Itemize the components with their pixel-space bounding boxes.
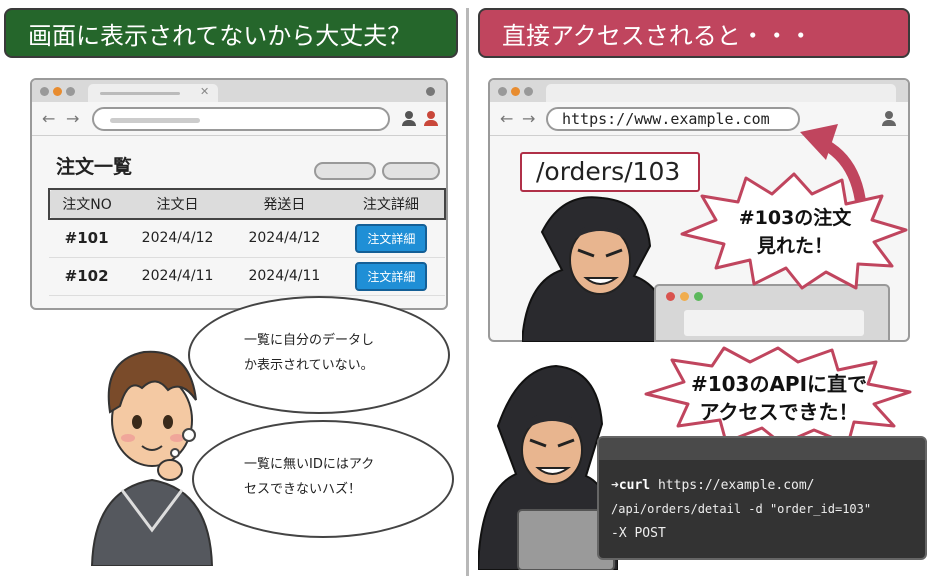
window-min-dot[interactable]: [511, 87, 520, 96]
burst-1-line-1: #103の注文: [738, 207, 852, 229]
window-close-dot[interactable]: [498, 87, 507, 96]
ship-date: 2024/4/11: [230, 257, 338, 296]
left-browser-window: ✕ ← → 注文一覧 注文NO 注文日 発送日 注文詳細 #101 2024/4…: [30, 78, 448, 310]
user-icon[interactable]: [882, 111, 896, 127]
window-close-dot[interactable]: [40, 87, 49, 96]
browser-tab[interactable]: ✕: [88, 84, 218, 102]
browser-tabstrip: [490, 80, 908, 102]
laptop-window: [654, 284, 890, 342]
order-no: #102: [49, 257, 125, 296]
page-title: 注文一覧: [56, 156, 133, 178]
address-bar[interactable]: [92, 107, 390, 131]
burst-2-text: #103のAPIに直で アクセスできた！: [676, 370, 882, 426]
table-row: #102 2024/4/11 2024/4/11 注文詳細: [49, 257, 445, 296]
terminal-line-2: /api/orders/detail -d "order_id=103": [611, 502, 872, 516]
order-detail-button[interactable]: 注文詳細: [355, 261, 428, 291]
left-title-text: 画面に表示されてないから大丈夫？: [28, 21, 412, 50]
thought-bubble-2: 一覧に無いIDにはアク セスできないハズ！: [192, 420, 454, 538]
burst-2-line-1: #103のAPIに直で: [690, 372, 868, 396]
forward-arrow-icon[interactable]: →: [522, 109, 535, 128]
order-detail-button[interactable]: 注文詳細: [355, 223, 428, 253]
right-title-text: 直接アクセスされると・・・: [502, 21, 813, 50]
burst-1-line-2: 見れた！: [756, 235, 833, 257]
window-close-dot: [666, 292, 675, 301]
thought-1-line-2: か表示されていない。: [244, 358, 374, 373]
order-date: 2024/4/11: [124, 257, 231, 296]
ship-date: 2024/4/12: [230, 219, 338, 258]
window-max-dot[interactable]: [524, 87, 533, 96]
close-icon[interactable]: ✕: [200, 85, 209, 98]
tab-title-placeholder: [100, 92, 180, 95]
terminal-line-1: ➜curl https://example.com/: [611, 478, 815, 493]
back-arrow-icon[interactable]: ←: [500, 109, 513, 128]
header-order-date: 注文日: [124, 188, 231, 220]
menu-dot[interactable]: [426, 87, 435, 96]
header-order-no: 注文NO: [47, 188, 125, 220]
order-no: #101: [49, 219, 125, 258]
panel-divider: [466, 8, 469, 576]
thought-bubble-1: 一覧に自分のデータし か表示されていない。: [188, 296, 450, 414]
command-url: https://example.com/: [650, 478, 815, 493]
window-max-dot[interactable]: [66, 87, 75, 96]
forward-arrow-icon[interactable]: →: [66, 109, 79, 128]
burst-1-text: #103の注文 見れた！: [720, 204, 870, 260]
detail-cell: 注文詳細: [337, 219, 445, 258]
header-detail: 注文詳細: [337, 188, 446, 220]
address-bar[interactable]: https://www.example.com: [546, 107, 800, 131]
screen-content: [684, 310, 864, 336]
url-placeholder: [110, 118, 200, 123]
table-header-row: 注文NO 注文日 発送日 注文詳細: [47, 188, 446, 220]
command-name: curl: [618, 478, 651, 493]
browser-tab[interactable]: [546, 84, 896, 102]
prompt-icon: ➜: [611, 478, 619, 493]
window-min-dot: [680, 292, 689, 301]
thought-2-line-2: セスできないハズ！: [244, 482, 362, 497]
user-icon[interactable]: [402, 111, 416, 127]
order-date: 2024/4/12: [124, 219, 231, 258]
window-max-dot: [694, 292, 703, 301]
user-icon-active[interactable]: [424, 111, 438, 127]
sort-pill[interactable]: [382, 162, 440, 180]
back-arrow-icon[interactable]: ←: [42, 109, 55, 128]
table-row: #101 2024/4/12 2024/4/12 注文詳細: [49, 219, 445, 258]
hacker-character: [522, 196, 672, 342]
thought-2-line-1: 一覧に無いIDにはアク: [244, 457, 375, 472]
left-panel-title: 画面に表示されてないから大丈夫？: [4, 8, 458, 58]
right-panel-title: 直接アクセスされると・・・: [478, 8, 910, 58]
thought-dot: [182, 428, 196, 442]
terminal-titlebar: [599, 438, 925, 460]
thought-dot: [170, 448, 180, 458]
url-path-label: /orders/103: [520, 152, 700, 192]
filter-pill[interactable]: [314, 162, 376, 180]
terminal-window: ➜curl https://example.com/ /api/orders/d…: [597, 436, 927, 560]
detail-cell: 注文詳細: [337, 257, 445, 296]
header-ship-date: 発送日: [230, 188, 338, 220]
window-min-dot[interactable]: [53, 87, 62, 96]
burst-2-line-2: アクセスできた！: [699, 400, 859, 424]
order-table: 注文NO 注文日 発送日 注文詳細 #101 2024/4/12 2024/4/…: [47, 188, 446, 296]
browser-navbar: ← →: [32, 102, 446, 136]
terminal-line-3: -X POST: [611, 526, 666, 541]
thought-1-line-1: 一覧に自分のデータし: [244, 333, 375, 348]
browser-tabstrip: ✕: [32, 80, 446, 102]
